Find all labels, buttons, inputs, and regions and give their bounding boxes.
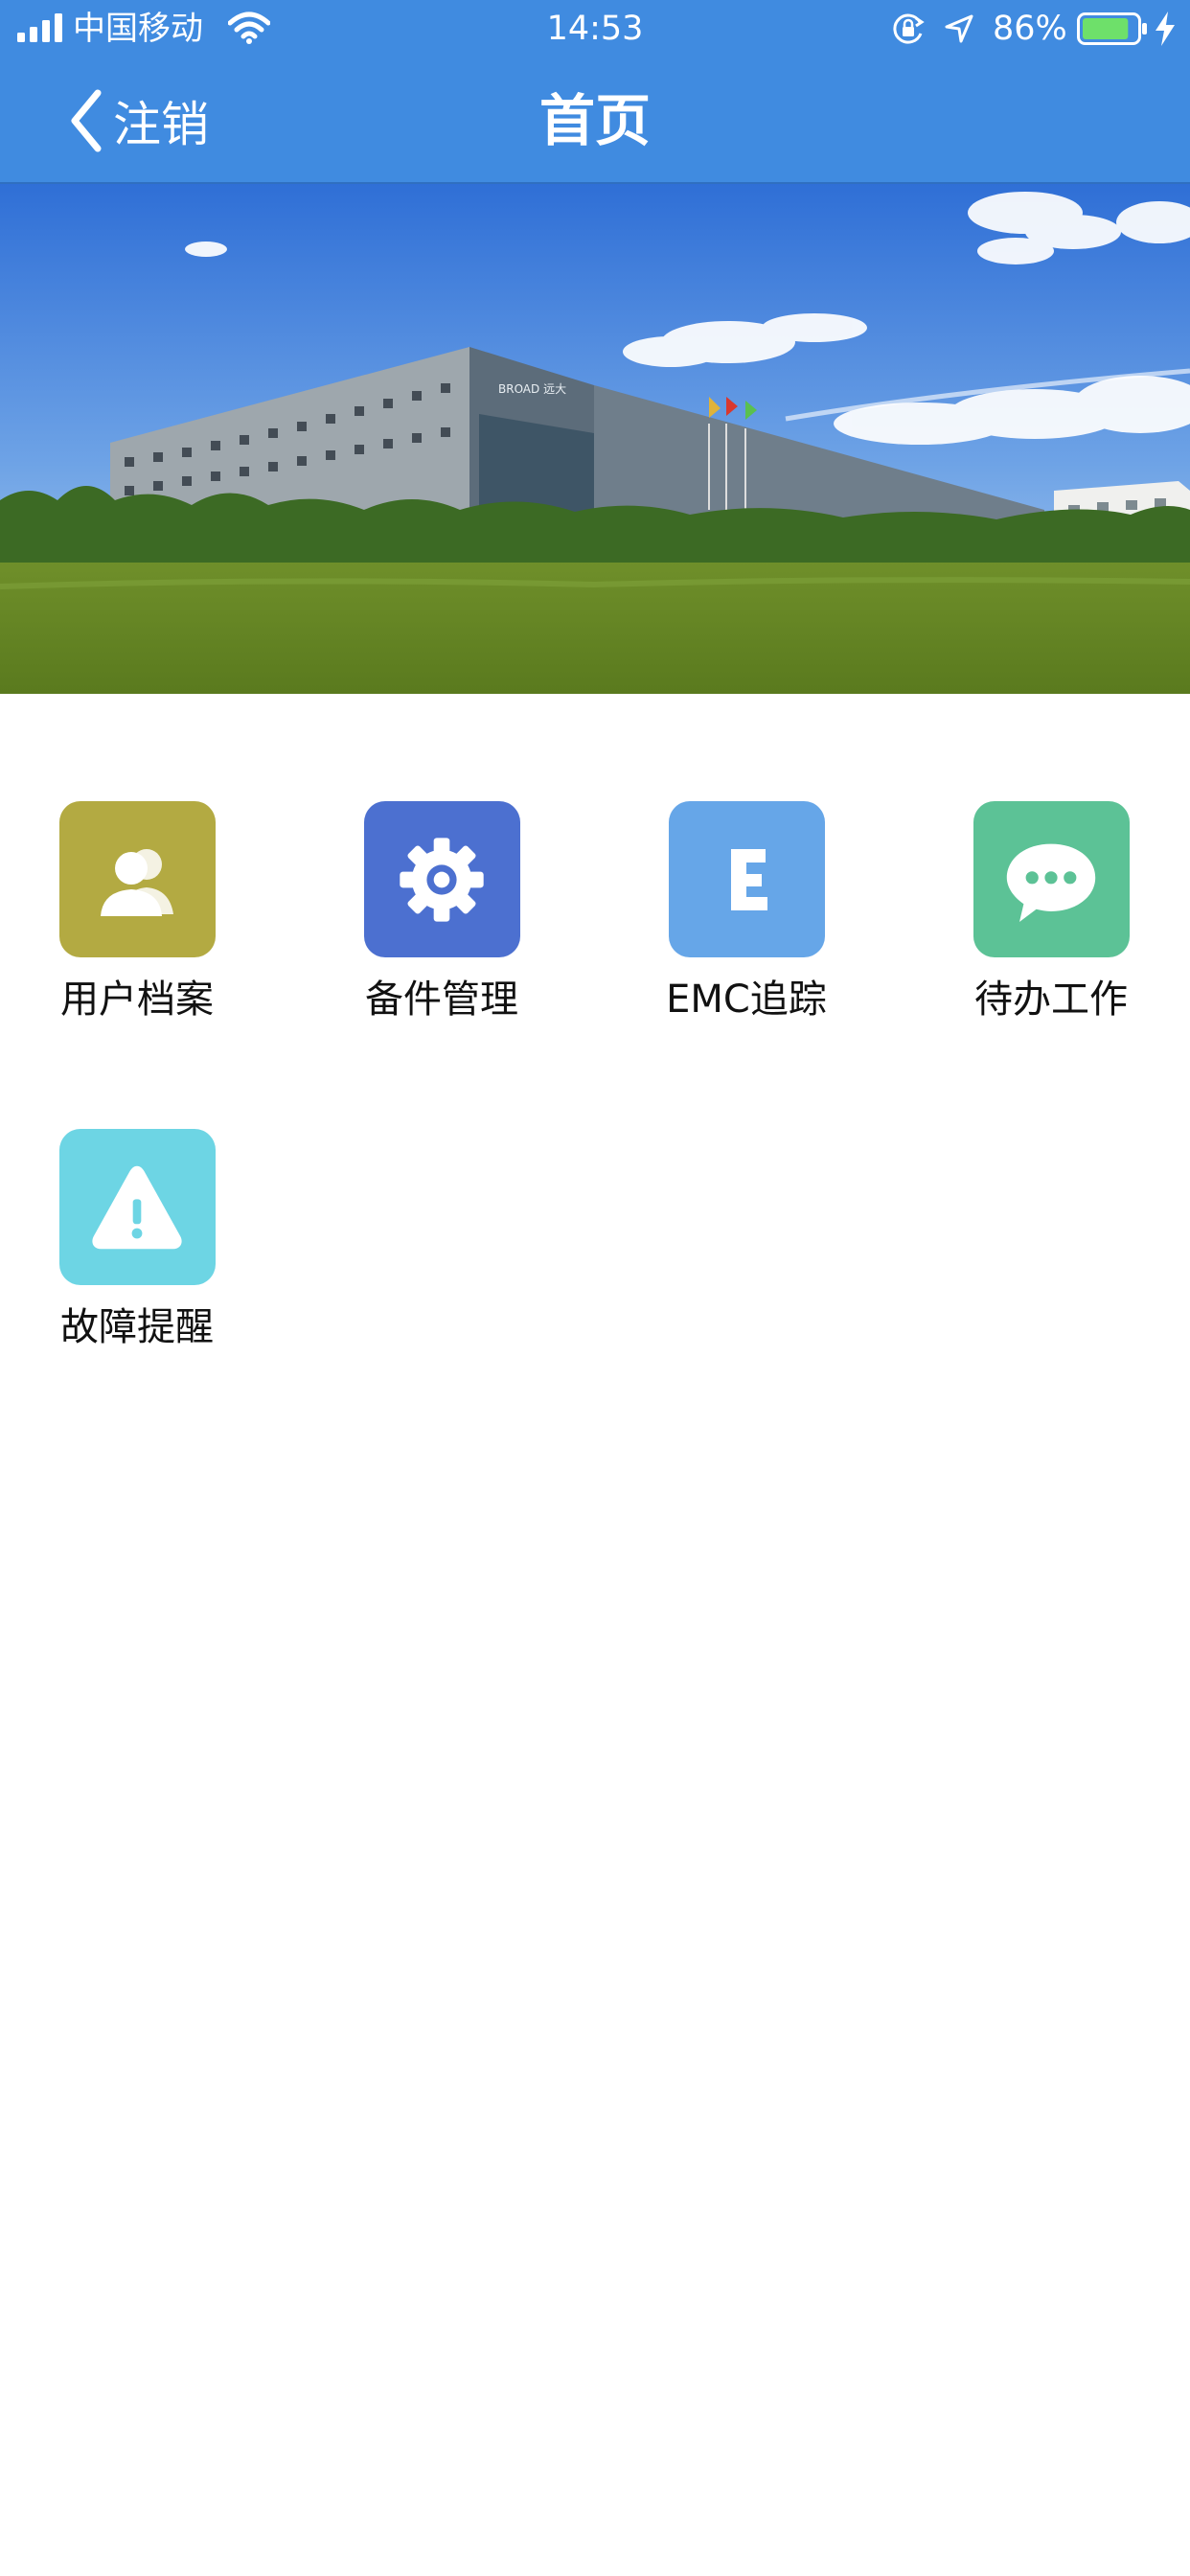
user-profile-icon: [58, 801, 216, 957]
rotation-lock-icon: [893, 13, 925, 44]
menu-item-label: 待办工作: [974, 978, 1128, 1022]
battery-icon: [1077, 12, 1147, 45]
menu-item-spare-parts[interactable]: 备件管理: [322, 801, 561, 1024]
menu-item-emc-tracking[interactable]: EMC追踪: [627, 801, 866, 1024]
gear-icon: [363, 801, 520, 957]
menu-item-label: 备件管理: [365, 978, 518, 1022]
battery-percent: 86%: [993, 10, 1067, 48]
menu-item-todo-work[interactable]: 待办工作: [931, 801, 1171, 1024]
menu-item-label: 故障提醒: [60, 1305, 214, 1349]
letter-e-icon: [668, 801, 825, 957]
menu-item-label: 用户档案: [60, 978, 214, 1022]
menu-item-user-profile[interactable]: 用户档案: [17, 801, 257, 1024]
building-sign: BROAD 远大: [498, 382, 566, 396]
navigation-bar: 中国移动 14:53 86% 注销 首页: [0, 0, 1190, 184]
location-arrow-icon: [945, 14, 973, 43]
status-bar: 中国移动 14:53 86%: [0, 0, 1190, 59]
charging-bolt-icon: [1156, 12, 1175, 46]
chat-bubble-icon: [973, 801, 1130, 957]
menu-item-fault-alert[interactable]: 故障提醒: [17, 1129, 257, 1352]
warning-icon: [58, 1129, 216, 1285]
menu-item-label: EMC追踪: [666, 978, 827, 1022]
page-title: 首页: [538, 88, 651, 153]
banner-image: BROAD 远大: [0, 184, 1190, 694]
